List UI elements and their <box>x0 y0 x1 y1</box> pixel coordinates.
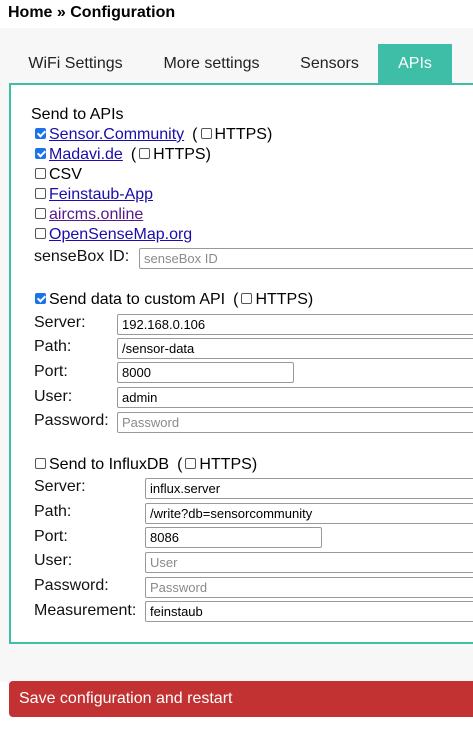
sensor-community-https-label: HTTPS <box>214 126 267 143</box>
page-title: Home » Configuration <box>8 4 176 21</box>
page-header: Home » Configuration <box>0 0 473 28</box>
tab-bar: WiFi Settings More settings Sensors APIs <box>0 44 473 84</box>
custom-api-https-checkbox[interactable] <box>241 293 253 305</box>
influx-server-label: Server: <box>34 478 86 495</box>
influx-password-input[interactable]: Password <box>145 577 473 598</box>
custom-server-label: Server: <box>34 314 86 331</box>
madavi-row: Madavi.de(HTTPS) <box>35 145 211 165</box>
sensebox-id-input[interactable]: senseBox ID <box>139 248 473 269</box>
custom-path-label: Path: <box>34 338 72 355</box>
csv-row: CSV <box>35 165 82 185</box>
influx-password-label: Password: <box>34 577 109 594</box>
sensor-community-checkbox[interactable] <box>35 128 46 140</box>
custom-port-input[interactable]: 8000 <box>117 362 294 383</box>
influx-port-label: Port: <box>34 528 68 545</box>
custom-api-https-label: HTTPS <box>255 291 308 308</box>
custom-api-checkbox[interactable] <box>35 293 46 305</box>
custom-api-row: Send data to custom API(HTTPS) <box>35 290 313 310</box>
feinstaub-app-link[interactable]: Feinstaub-App <box>49 186 153 203</box>
influx-path-input[interactable]: /write?db=sensorcommunity <box>145 503 473 524</box>
influx-measurement-input[interactable]: feinstaub <box>145 601 473 622</box>
influx-measurement-label: Measurement: <box>34 602 137 619</box>
tab-more-settings[interactable]: More settings <box>142 44 281 84</box>
custom-user-input[interactable]: admin <box>117 387 473 408</box>
madavi-https-label: HTTPS <box>153 146 206 163</box>
send-to-apis-heading: Send to APIs <box>31 106 124 123</box>
influx-https-checkbox[interactable] <box>185 458 197 470</box>
sensebox-id-label: senseBox ID: <box>34 248 130 265</box>
custom-user-label: User: <box>34 388 73 405</box>
tab-apis[interactable]: APIs <box>378 44 452 84</box>
influx-checkbox[interactable] <box>35 458 46 470</box>
influx-row: Send to InfluxDB(HTTPS) <box>35 455 257 475</box>
csv-checkbox[interactable] <box>35 168 46 180</box>
tab-sensors[interactable]: Sensors <box>281 44 378 84</box>
influx-user-label: User: <box>34 552 73 569</box>
tab-wifi-settings[interactable]: WiFi Settings <box>9 44 142 84</box>
custom-api-label: Send data to custom API <box>49 291 226 308</box>
custom-server-input[interactable]: 192.168.0.106 <box>117 314 473 335</box>
csv-label: CSV <box>49 166 82 183</box>
influx-user-input[interactable]: User <box>145 552 473 573</box>
custom-port-label: Port: <box>34 363 68 380</box>
custom-password-label: Password: <box>34 412 109 429</box>
aircms-link[interactable]: aircms.online <box>49 206 143 223</box>
influx-server-input[interactable]: influx.server <box>145 478 473 499</box>
madavi-https-checkbox[interactable] <box>139 148 151 160</box>
aircms-checkbox[interactable] <box>35 208 46 220</box>
sensor-community-https-checkbox[interactable] <box>200 128 212 140</box>
opensensemap-link[interactable]: OpenSenseMap.org <box>49 226 192 243</box>
feinstaub-app-row: Feinstaub-App <box>35 185 153 205</box>
madavi-link[interactable]: Madavi.de <box>49 146 123 163</box>
save-restart-button[interactable]: Save configuration and restart <box>9 681 473 717</box>
opensensemap-row: OpenSenseMap.org <box>35 225 192 245</box>
influx-label: Send to InfluxDB <box>49 456 170 473</box>
feinstaub-app-checkbox[interactable] <box>35 188 46 200</box>
aircms-row: aircms.online <box>35 205 143 225</box>
influx-path-label: Path: <box>34 503 72 520</box>
custom-path-input[interactable]: /sensor-data <box>117 338 473 359</box>
opensensemap-checkbox[interactable] <box>35 228 46 240</box>
apis-panel: Send to APIs Sensor.Community(HTTPS) Mad… <box>9 83 473 644</box>
sensor-community-link[interactable]: Sensor.Community <box>49 126 184 143</box>
custom-password-input[interactable]: Password <box>117 412 473 433</box>
madavi-checkbox[interactable] <box>35 148 46 160</box>
influx-https-label: HTTPS <box>199 456 252 473</box>
sensor-community-row: Sensor.Community(HTTPS) <box>35 125 272 145</box>
influx-port-input[interactable]: 8086 <box>145 527 322 548</box>
